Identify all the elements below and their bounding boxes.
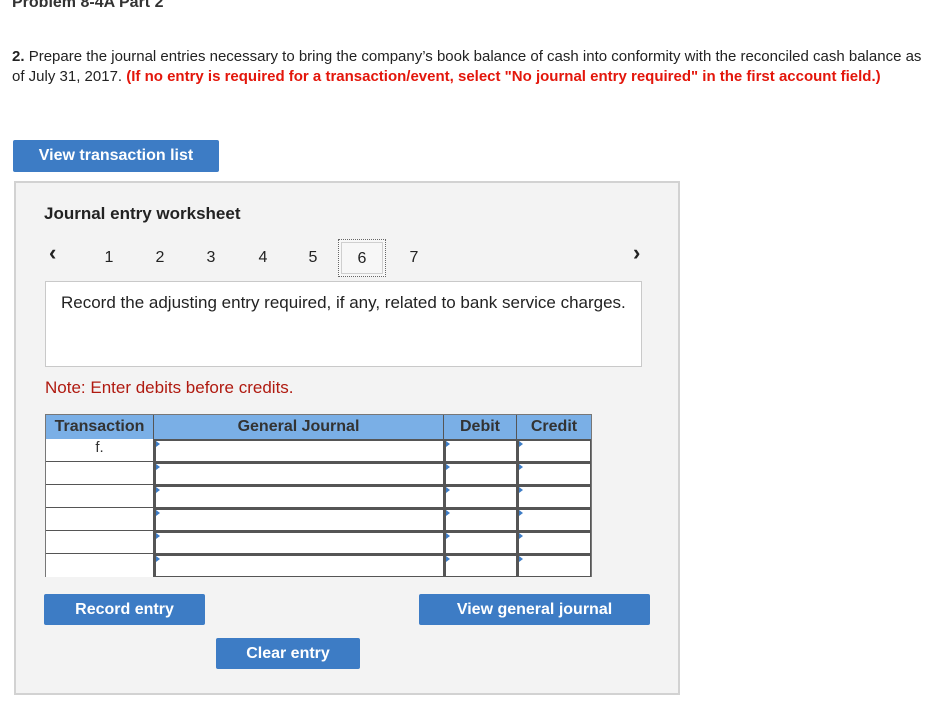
transaction-cell — [46, 508, 154, 531]
credit-input[interactable] — [517, 508, 591, 531]
pager-page-6-current[interactable]: 6 — [338, 239, 386, 277]
transaction-cell — [46, 485, 154, 508]
note-text: Note: Enter debits before credits. — [45, 378, 294, 397]
prompt-box: Record the adjusting entry required, if … — [45, 281, 642, 367]
instruction-number: 2. — [12, 48, 25, 65]
account-input[interactable] — [154, 508, 444, 531]
debit-input[interactable] — [444, 531, 517, 554]
credit-input[interactable] — [517, 554, 591, 577]
debit-input[interactable] — [444, 462, 517, 485]
header-general-journal: General Journal — [154, 415, 444, 439]
account-input[interactable] — [154, 439, 444, 462]
record-entry-button[interactable]: Record entry — [44, 594, 205, 625]
table-row — [46, 554, 591, 577]
table-row — [46, 485, 591, 508]
account-input[interactable] — [154, 554, 444, 577]
credit-input[interactable] — [517, 439, 591, 462]
header-debit: Debit — [444, 415, 517, 439]
transaction-cell — [46, 554, 154, 577]
instruction-hint: (If no entry is required for a transacti… — [126, 68, 881, 85]
transaction-cell — [46, 531, 154, 554]
table-row — [46, 508, 591, 531]
table-row: f. — [46, 439, 591, 462]
pager-page-1[interactable]: 1 — [102, 249, 116, 267]
account-input[interactable] — [154, 462, 444, 485]
chevron-left-icon[interactable]: ‹ — [49, 242, 56, 264]
debit-input[interactable] — [444, 554, 517, 577]
pager-page-3[interactable]: 3 — [204, 249, 218, 267]
table-row — [46, 531, 591, 554]
table-row — [46, 462, 591, 485]
pager-page-7[interactable]: 7 — [407, 249, 421, 267]
debit-input[interactable] — [444, 439, 517, 462]
header-transaction: Transaction — [46, 415, 154, 439]
clear-entry-button[interactable]: Clear entry — [216, 638, 360, 669]
account-input[interactable] — [154, 485, 444, 508]
debit-input[interactable] — [444, 508, 517, 531]
account-input[interactable] — [154, 531, 444, 554]
pager-page-5[interactable]: 5 — [306, 249, 320, 267]
table-header: Transaction General Journal Debit Credit — [46, 415, 591, 439]
pager-page-4[interactable]: 4 — [256, 249, 270, 267]
chevron-right-icon[interactable]: › — [633, 242, 640, 264]
prompt-text: Record the adjusting entry required, if … — [61, 293, 626, 312]
view-transaction-list-button[interactable]: View transaction list — [13, 140, 219, 172]
credit-input[interactable] — [517, 531, 591, 554]
credit-input[interactable] — [517, 485, 591, 508]
transaction-cell — [46, 462, 154, 485]
instructions: 2. Prepare the journal entries necessary… — [12, 47, 928, 87]
page-heading: Problem 8-4A Part 2 — [12, 0, 164, 11]
header-credit: Credit — [530, 418, 578, 435]
transaction-cell: f. — [46, 439, 154, 462]
credit-input[interactable] — [517, 462, 591, 485]
view-general-journal-button[interactable]: View general journal — [419, 594, 650, 625]
journal-table: Transaction General Journal Debit Credit… — [45, 414, 592, 577]
pager-page-2[interactable]: 2 — [153, 249, 167, 267]
worksheet-title: Journal entry worksheet — [44, 204, 241, 223]
debit-input[interactable] — [444, 485, 517, 508]
